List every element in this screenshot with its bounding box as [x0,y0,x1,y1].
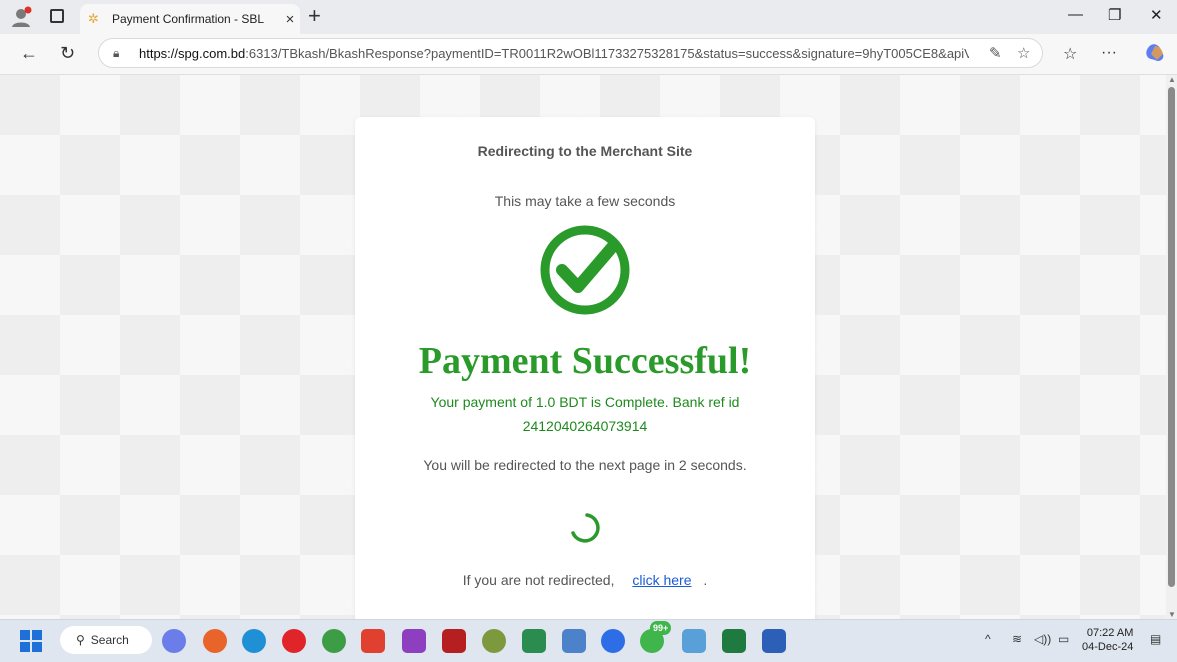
title-bar: ✲ Payment Confirmation - SBL × + — ❐ ✕ [0,0,1177,34]
payment-message: Your payment of 1.0 BDT is Complete. Ban… [355,390,815,438]
excel-icon[interactable] [722,629,746,653]
copilot-app-icon[interactable] [162,629,186,653]
vertical-scrollbar[interactable]: ▲ ▼ [1166,75,1177,619]
page-content: Redirecting to the Merchant Site This ma… [0,75,1166,619]
wifi-icon[interactable]: ≋ [1012,632,1022,646]
address-bar[interactable]: 🔒︎ https://spg.com.bd:6313/TBkash/BkashR… [98,38,1043,68]
opera-icon[interactable] [282,629,306,653]
windows-start-icon[interactable] [20,630,42,652]
filezilla-icon[interactable] [442,629,466,653]
tray-expand-icon[interactable]: ^ [985,632,991,646]
redirect-heading: Redirecting to the Merchant Site [477,143,693,159]
checkmark-circle-icon [540,225,630,315]
search-icon: ⚲ [76,633,85,647]
address-toolbar: ← ↻ 🔒︎ https://spg.com.bd:6313/TBkash/Bk… [0,34,1177,75]
favorite-star-icon[interactable]: ☆ [1017,44,1030,62]
taskbar: ⚲ Search 99+ ^ ≋ ◁)) ▭ 07:22 AM 04-Dec-2… [0,619,1177,662]
sun-favicon-icon: ✲ [88,11,99,26]
favorites-list-icon[interactable]: ☆ [1063,44,1077,64]
redirect-countdown: You will be redirected to the next page … [423,457,747,473]
success-title: Payment Successful! [418,340,752,382]
scroll-down-icon[interactable]: ▼ [1168,610,1176,619]
close-tab-icon[interactable]: × [280,11,300,28]
payment-card: Redirecting to the Merchant Site This ma… [355,117,815,619]
trailing-dot: . [703,572,708,588]
read-aloud-icon[interactable]: ✎ [989,44,1002,62]
whatsapp-icon[interactable]: 99+ [640,621,672,653]
network-app-icon[interactable] [562,629,586,653]
bank-ref-id: 2412040264073914 [522,418,648,434]
eye-app-icon[interactable] [522,629,546,653]
profile-avatar-icon[interactable] [10,6,32,28]
volume-icon[interactable]: ◁)) [1034,632,1051,646]
scroll-up-icon[interactable]: ▲ [1168,75,1176,84]
word-icon[interactable] [762,629,786,653]
phpstorm-icon[interactable] [402,629,426,653]
search-label: Search [90,633,129,647]
clock[interactable]: 07:22 AM 04-Dec-24 [1082,626,1133,654]
sql-tool-icon[interactable] [482,629,506,653]
anydesk-icon[interactable] [361,629,385,653]
restore-icon[interactable]: ❐ [1108,6,1121,24]
firefox-icon[interactable] [203,629,227,653]
browser-tab[interactable]: ✲ Payment Confirmation - SBL × [80,4,300,34]
new-tab-button[interactable]: + [308,5,321,27]
clock-time: 07:22 AM [1086,627,1134,639]
clock-date: 04-Dec-24 [1082,641,1134,653]
lock-icon[interactable]: 🔒︎ [113,46,129,61]
notifications-icon[interactable]: ▤ [1150,632,1161,646]
subheading: This may take a few seconds [494,193,676,209]
notification-badge: 99+ [650,621,672,635]
click-here-link[interactable]: click here [632,572,691,588]
refresh-icon[interactable]: ↻ [60,43,75,64]
chrome-icon[interactable] [322,629,346,653]
back-arrow-icon[interactable]: ← [20,43,38,64]
payment-message-line1: Your payment of 1.0 BDT is Complete. Ban… [430,394,740,410]
edge-icon[interactable] [242,629,266,653]
close-window-icon[interactable]: ✕ [1150,6,1163,24]
tab-title: Payment Confirmation - SBL [112,12,265,26]
notepad-icon[interactable] [682,629,706,653]
zoom-icon[interactable] [601,629,625,653]
more-options-icon[interactable]: ··· [1101,44,1117,62]
fallback-text: If you are not redirected, [462,572,615,588]
url-text[interactable]: https://spg.com.bd:6313/TBkash/BkashResp… [139,46,969,61]
fallback-notice: If you are not redirected, click here . [355,572,815,588]
scrollbar-thumb[interactable] [1168,87,1175,587]
loading-spinner-icon [571,513,600,543]
minimize-icon[interactable]: — [1068,6,1083,23]
tab-actions-icon[interactable] [50,9,64,23]
taskbar-search[interactable]: ⚲ Search [60,626,152,654]
battery-icon[interactable]: ▭ [1058,632,1069,646]
copilot-icon[interactable] [1144,42,1166,64]
